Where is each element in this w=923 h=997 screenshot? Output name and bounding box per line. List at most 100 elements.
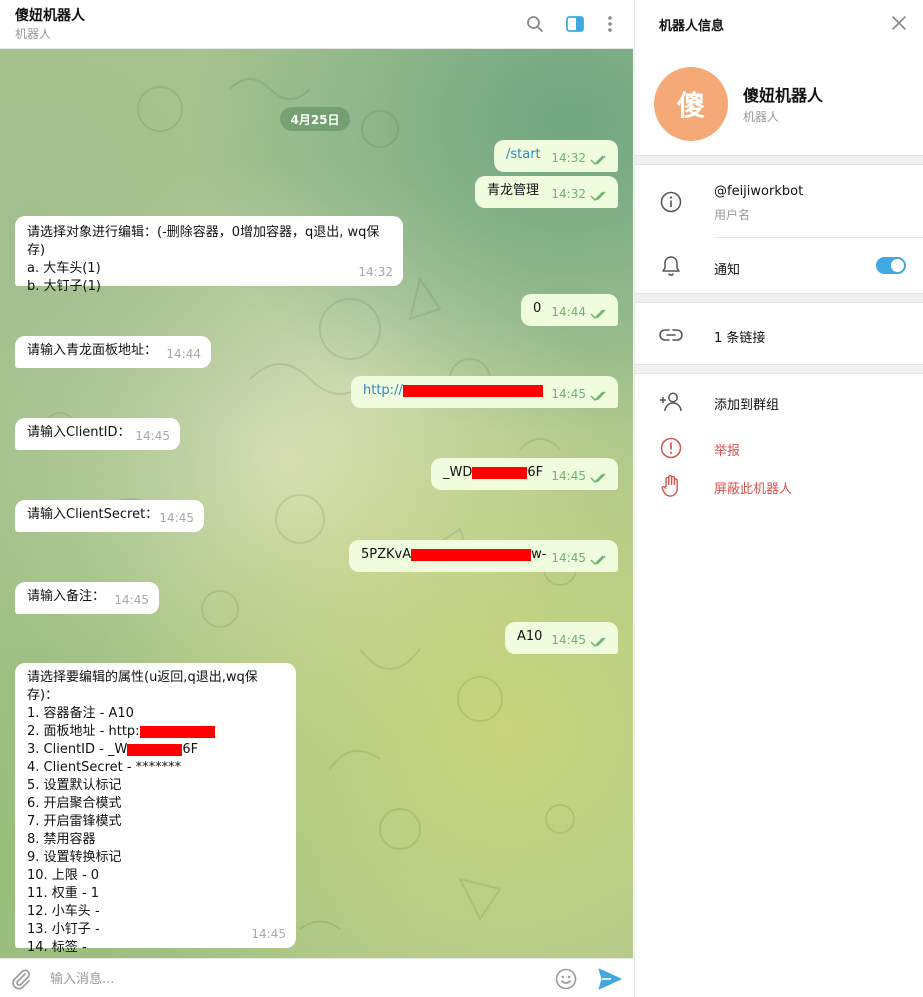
message-text: 青龙管理	[487, 183, 540, 198]
message-time: 14:45	[551, 469, 586, 483]
message-outgoing[interactable]: 0 14:44	[521, 294, 618, 326]
sidebar-toggle-icon[interactable]	[562, 11, 588, 37]
add-to-group-button[interactable]: 添加到群组	[714, 394, 779, 413]
message-text: 请输入青龙面板地址：	[27, 343, 158, 358]
read-ticks-icon	[590, 637, 606, 647]
message-line: 10. 上限 - 0	[27, 868, 100, 883]
send-icon[interactable]	[597, 967, 623, 991]
redaction-mark	[402, 384, 543, 397]
info-icon	[657, 188, 685, 216]
message-line: 请选择要编辑的属性(u返回,q退出,wq保存)：	[27, 670, 258, 703]
redaction-mark	[411, 548, 532, 561]
date-separator: 4月25日	[280, 107, 350, 131]
more-options-icon[interactable]	[597, 11, 623, 37]
message-time: 14:45	[159, 511, 194, 525]
message-time: 14:45	[551, 387, 586, 401]
section-divider	[635, 293, 923, 303]
message-text: A10	[517, 629, 543, 644]
username-value[interactable]: @feijiworkbot	[714, 184, 803, 199]
block-bot-button[interactable]: 屏蔽此机器人	[714, 478, 792, 497]
message-outgoing[interactable]: http:// 14:45	[351, 376, 618, 408]
read-ticks-icon	[590, 155, 606, 165]
message-incoming[interactable]: 请输入ClientSecret： 14:45	[15, 500, 204, 532]
message-line: b. 大钉子(1)	[27, 279, 101, 294]
message-line: 8. 禁用容器	[27, 832, 96, 847]
message-incoming[interactable]: 请选择要编辑的属性(u返回,q退出,wq保存)： 1. 容器备注 - A10 2…	[15, 663, 296, 955]
message-outgoing[interactable]: 青龙管理 14:32	[475, 176, 618, 208]
read-ticks-icon	[590, 309, 606, 319]
toggle-knob	[891, 259, 904, 272]
redaction-mark	[139, 725, 215, 738]
message-composer	[0, 958, 633, 997]
shared-links-item[interactable]: 1 条链接	[714, 327, 765, 346]
message-text-suffix: w-	[531, 547, 547, 562]
message-text: 请输入备注：	[27, 589, 106, 604]
chat-title[interactable]: 傻妞机器人	[15, 5, 85, 25]
read-ticks-icon	[590, 391, 606, 401]
message-text-prefix: _WD	[443, 465, 473, 480]
message-line: 2. 面板地址 - http:	[27, 723, 284, 741]
message-outgoing[interactable]: _WD 6F 14:45	[431, 458, 618, 490]
message-outgoing[interactable]: /start 14:32	[494, 140, 618, 172]
report-icon	[657, 434, 685, 462]
message-incoming[interactable]: 请选择对象进行编辑：(-删除容器，0增加容器，q退出, wq保存) a. 大车头…	[15, 216, 403, 294]
message-line: 3. ClientID - _W 6F	[27, 742, 199, 757]
message-text: 请输入ClientSecret：	[27, 507, 159, 522]
username-label: 用户名	[714, 208, 751, 222]
redaction-mark	[127, 743, 183, 756]
report-button[interactable]: 举报	[714, 440, 740, 459]
link-icon	[657, 321, 685, 349]
chat-header: 傻妞机器人 机器人	[0, 0, 633, 49]
notifications-label: 通知	[714, 263, 741, 278]
message-time: 14:32	[551, 187, 586, 201]
redaction-mark	[472, 466, 528, 479]
message-time: 14:45	[551, 633, 586, 647]
message-time: 14:32	[551, 151, 586, 165]
message-line: 4. ClientSecret - *******	[27, 760, 182, 775]
message-line: a. 大车头(1)	[27, 261, 101, 276]
message-line: 9. 设置转换标记	[27, 850, 122, 865]
message-text: 0	[533, 301, 542, 316]
hand-stop-icon	[657, 472, 685, 500]
message-time: 14:44	[166, 347, 201, 361]
message-line: 14. 标签 -	[27, 940, 87, 955]
message-text-prefix: 5PZKvA	[361, 547, 412, 562]
read-ticks-icon	[590, 191, 606, 201]
message-time: 14:45	[251, 927, 286, 941]
search-icon[interactable]	[522, 11, 548, 37]
avatar: 傻	[654, 67, 728, 141]
message-text-suffix: 6F	[527, 465, 544, 480]
message-text[interactable]: /start	[506, 147, 541, 162]
notifications-toggle[interactable]	[876, 257, 906, 274]
message-line: 11. 权重 - 1	[27, 886, 100, 901]
message-text[interactable]: http://	[363, 383, 403, 398]
attach-icon[interactable]	[10, 968, 32, 990]
message-time: 14:44	[551, 305, 586, 319]
message-text: 请输入ClientID：	[27, 425, 131, 440]
bot-name: 傻妞机器人	[743, 86, 824, 105]
message-line: 12. 小车头 -	[27, 904, 100, 919]
message-incoming[interactable]: 请输入ClientID： 14:45	[15, 418, 180, 450]
message-line: 7. 开启雷锋模式	[27, 814, 122, 829]
emoji-icon[interactable]	[554, 967, 578, 991]
message-outgoing[interactable]: 5PZKvA w- 14:45	[349, 540, 618, 572]
add-user-icon	[657, 388, 685, 416]
close-icon[interactable]	[888, 12, 910, 34]
section-divider	[635, 155, 923, 165]
message-line: 5. 设置默认标记	[27, 778, 122, 793]
section-divider	[635, 364, 923, 374]
message-line: 13. 小钉子 -	[27, 922, 100, 937]
bot-info-panel: 机器人信息 傻 傻妞机器人 机器人 @feijiworkbot 用户名 通知 1…	[634, 0, 923, 997]
message-line: 请选择对象进行编辑：(-删除容器，0增加容器，q退出, wq保存)	[27, 225, 380, 258]
message-line: 6. 开启聚合模式	[27, 796, 122, 811]
message-incoming[interactable]: 请输入青龙面板地址： 14:44	[15, 336, 211, 368]
message-time: 14:45	[135, 429, 170, 443]
message-input[interactable]	[50, 969, 530, 989]
chat-background: 4月25日 /start 14:32 青龙管理 14:32 请选择对象进行编辑：…	[0, 49, 633, 958]
message-time: 14:45	[114, 593, 149, 607]
message-outgoing[interactable]: A10 14:45	[505, 622, 618, 654]
message-time: 14:45	[551, 551, 586, 565]
message-line: 1. 容器备注 - A10	[27, 706, 134, 721]
read-ticks-icon	[590, 555, 606, 565]
message-incoming[interactable]: 请输入备注： 14:45	[15, 582, 159, 614]
